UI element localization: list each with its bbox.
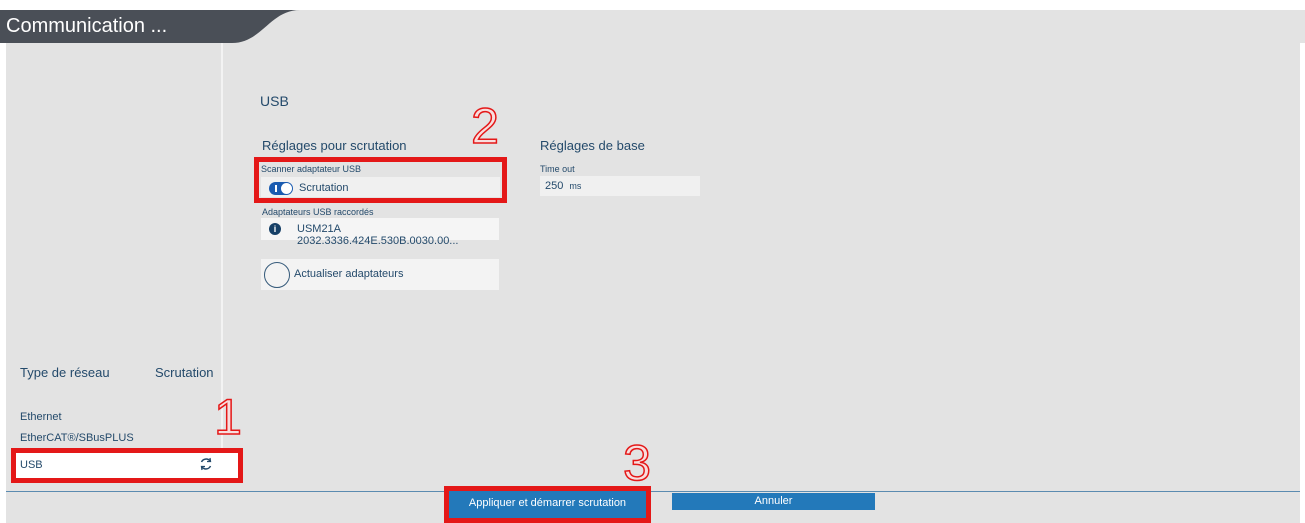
scanner-label: Scanner adaptateur USB xyxy=(261,164,362,174)
adapter-name: USM21A 2032.3336.424E.530B.0030.00... xyxy=(297,223,459,247)
apply-start-scan-button[interactable]: Appliquer et démarrer scrutation xyxy=(444,486,651,523)
sidebar-item-ethernet[interactable]: Ethernet xyxy=(20,411,62,423)
window-title: Communication ... xyxy=(6,15,168,37)
sidebar-item-ethercat[interactable]: EtherCAT®/SBusPLUS xyxy=(20,432,134,444)
cancel-label: Annuler xyxy=(754,495,793,507)
annotation-2-text: 2 xyxy=(471,99,499,149)
network-type-header: Type de réseau xyxy=(20,365,110,380)
annotation-2: 2 xyxy=(470,99,499,149)
timeout-value-group: 250 ms xyxy=(545,180,581,192)
scan-settings-title: Réglages pour scrutation xyxy=(262,138,407,153)
scanner-setting-highlight: Scanner adaptateur USB Scrutation xyxy=(254,157,507,203)
refresh-circle-icon xyxy=(264,262,290,288)
refresh-icon[interactable] xyxy=(199,457,213,476)
scan-toggle[interactable] xyxy=(269,182,293,195)
annotation-3-text: 3 xyxy=(623,436,651,486)
section-title: USB xyxy=(260,93,289,109)
refresh-adapters-label: Actualiser adaptateurs xyxy=(294,268,404,280)
right-border xyxy=(1300,43,1305,523)
title-bar xyxy=(0,10,1305,43)
timeout-value: 250 xyxy=(545,180,564,192)
scanner-field xyxy=(261,177,500,197)
footer-divider xyxy=(6,491,1300,492)
annotation-3: 3 xyxy=(622,436,651,486)
sidebar-item-label: USB xyxy=(20,459,43,471)
timeout-label: Time out xyxy=(540,164,575,174)
title-bar-shape xyxy=(0,10,1305,43)
timeout-unit: ms xyxy=(569,181,582,191)
cancel-button[interactable]: Annuler xyxy=(672,493,875,510)
base-settings-title: Réglages de base xyxy=(540,138,645,153)
adapters-label: Adaptateurs USB raccordés xyxy=(262,207,374,217)
scan-column-header: Scrutation xyxy=(155,365,214,380)
sidebar-item-usb[interactable]: USB xyxy=(11,448,243,483)
adapter-list-item[interactable]: i USM21A 2032.3336.424E.530B.0030.00... xyxy=(261,218,499,247)
info-icon: i xyxy=(269,223,281,235)
apply-label: Appliquer et démarrer scrutation xyxy=(468,497,627,509)
toggle-label: Scrutation xyxy=(299,182,349,194)
left-border xyxy=(0,43,6,523)
annotation-1-text: 1 xyxy=(214,390,242,440)
main-panel: Type de réseau Scrutation Ethernet Ether… xyxy=(0,43,1305,523)
annotation-1: 1 xyxy=(213,390,242,440)
refresh-adapters-button[interactable]: Actualiser adaptateurs xyxy=(261,259,499,290)
